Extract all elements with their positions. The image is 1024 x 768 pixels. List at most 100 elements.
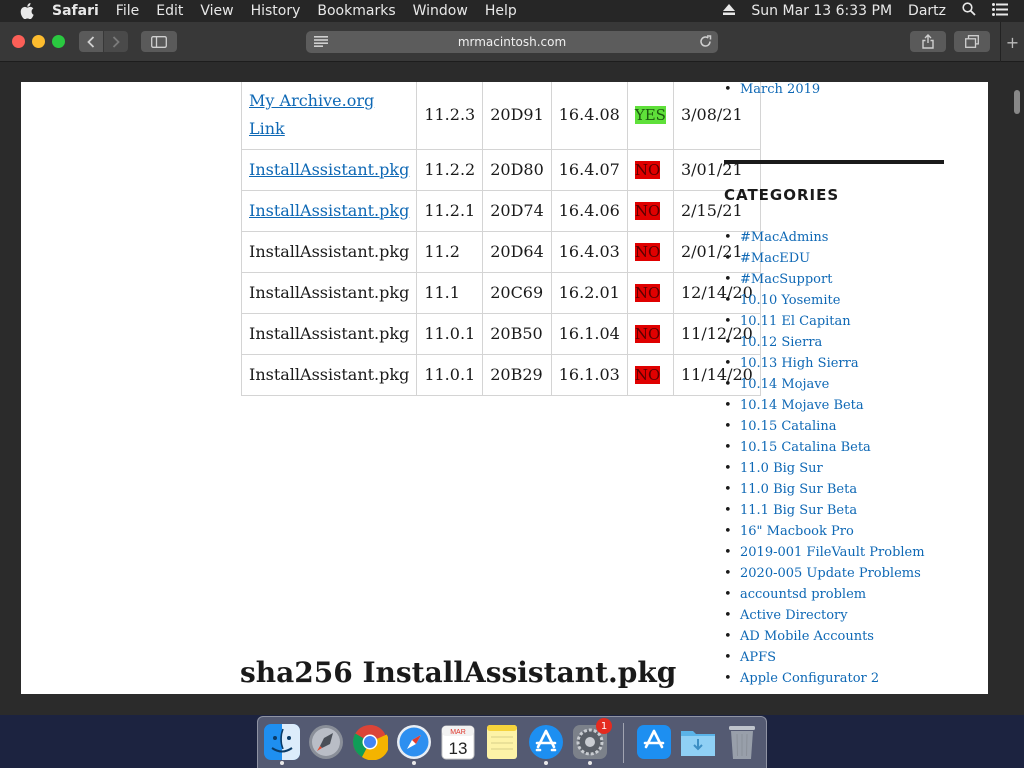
menu-history[interactable]: History — [251, 3, 301, 19]
safari-icon[interactable] — [394, 722, 434, 765]
chrome-icon[interactable] — [350, 722, 390, 762]
status-cell: YES — [626, 82, 674, 150]
launchpad-icon[interactable] — [306, 722, 346, 762]
menu-edit[interactable]: Edit — [156, 3, 183, 19]
menu-help[interactable]: Help — [485, 3, 517, 19]
installer-link[interactable]: My Archive.org Link — [249, 91, 374, 138]
category-link[interactable]: #MacSupport — [740, 272, 832, 287]
notification-badge: 1 — [596, 718, 612, 734]
close-window-button[interactable] — [12, 35, 25, 48]
reload-icon[interactable] — [699, 35, 712, 51]
notes-icon[interactable] — [482, 722, 522, 762]
category-link[interactable]: 10.15 Catalina Beta — [740, 440, 871, 455]
address-bar[interactable]: mrmacintosh.com — [306, 31, 718, 53]
page-scrollbar[interactable] — [1014, 90, 1020, 114]
tab-overview-button[interactable] — [954, 31, 990, 52]
eject-icon[interactable] — [723, 3, 736, 19]
calendar-icon[interactable]: MAR 13 — [438, 722, 478, 762]
category-link[interactable]: 2019-001 FileVault Problem — [740, 545, 925, 560]
category-link[interactable]: 10.13 High Sierra — [740, 356, 859, 371]
category-link[interactable]: 11.1 Big Sur Beta — [740, 503, 857, 518]
menu-user[interactable]: Dartz — [908, 3, 946, 19]
app-store-download-icon[interactable] — [634, 722, 674, 762]
category-list-item[interactable]: • 10.15 Catalina — [724, 416, 925, 437]
menu-file[interactable]: File — [116, 3, 139, 19]
forward-button[interactable] — [104, 31, 128, 52]
downloads-folder-icon[interactable] — [678, 722, 718, 762]
installer-name-cell: InstallAssistant.pkg — [240, 149, 418, 191]
installer-link[interactable]: InstallAssistant.pkg — [249, 201, 409, 220]
bullet: • — [724, 608, 732, 623]
category-link[interactable]: 10.14 Mojave — [740, 377, 829, 392]
build-cell: 20C69 — [482, 272, 552, 314]
menu-view[interactable]: View — [200, 3, 233, 19]
categories-heading: CATEGORIES — [724, 186, 840, 204]
category-link[interactable]: accountsd problem — [740, 587, 866, 602]
category-list-item[interactable]: • 10.11 El Capitan — [724, 311, 925, 332]
category-list-item[interactable]: • #MacEDU — [724, 248, 925, 269]
trash-icon[interactable] — [722, 722, 762, 762]
category-list-item[interactable]: • Active Directory — [724, 605, 925, 626]
bullet: • — [724, 293, 732, 308]
category-link[interactable]: APFS — [740, 650, 776, 665]
sidebar-toggle-button[interactable] — [141, 31, 177, 52]
menu-app-name[interactable]: Safari — [52, 3, 99, 19]
category-link[interactable]: Active Directory — [740, 608, 848, 623]
minimize-window-button[interactable] — [32, 35, 45, 48]
finder-icon[interactable] — [262, 722, 302, 765]
installer-name-cell: InstallAssistant.pkg — [240, 354, 418, 396]
category-list-item[interactable]: • 10.14 Mojave Beta — [724, 395, 925, 416]
archive-link[interactable]: March 2019 — [740, 82, 820, 97]
category-link[interactable]: 16" Macbook Pro — [740, 524, 854, 539]
category-link[interactable]: #MacEDU — [740, 251, 810, 266]
bullet: • — [724, 545, 732, 560]
category-list-item[interactable]: • #MacAdmins — [724, 227, 925, 248]
category-list-item[interactable]: • Apple Configurator 2 — [724, 668, 925, 689]
category-list-item[interactable]: • 10.12 Sierra — [724, 332, 925, 353]
category-list-item[interactable]: • 2020-005 Update Problems — [724, 563, 925, 584]
menu-clock[interactable]: Sun Mar 13 6:33 PM — [751, 3, 892, 19]
app-store-icon[interactable] — [526, 722, 566, 765]
category-link[interactable]: 10.11 El Capitan — [740, 314, 851, 329]
category-list-item[interactable]: • 10.10 Yosemite — [724, 290, 925, 311]
spotlight-search-icon[interactable] — [962, 2, 976, 20]
category-list-item[interactable]: • AD Mobile Accounts — [724, 626, 925, 647]
category-link[interactable]: 11.0 Big Sur — [740, 461, 823, 476]
zoom-window-button[interactable] — [52, 35, 65, 48]
category-list-item[interactable]: • APFS — [724, 647, 925, 668]
installer-link[interactable]: InstallAssistant.pkg — [249, 160, 409, 179]
category-list-item[interactable]: • 10.13 High Sierra — [724, 353, 925, 374]
category-link[interactable]: Apple Configurator 2 — [740, 671, 879, 686]
status-badge: NO — [634, 243, 661, 261]
category-list-item[interactable]: • 11.0 Big Sur Beta — [724, 479, 925, 500]
new-tab-button[interactable]: + — [1000, 22, 1024, 62]
system-preferences-icon[interactable]: 1 — [570, 718, 612, 765]
category-list-item[interactable]: • 10.15 Catalina Beta — [724, 437, 925, 458]
menu-window[interactable]: Window — [413, 3, 468, 19]
category-link[interactable]: 10.15 Catalina — [740, 419, 836, 434]
category-link[interactable]: #MacAdmins — [740, 230, 828, 245]
archive-list-item[interactable]: • March 2019 — [724, 82, 820, 97]
back-button[interactable] — [79, 31, 103, 52]
category-list-item[interactable]: • 16" Macbook Pro — [724, 521, 925, 542]
share-button[interactable] — [910, 31, 946, 52]
category-list-item[interactable]: • 11.0 Big Sur — [724, 458, 925, 479]
category-link[interactable]: 10.14 Mojave Beta — [740, 398, 864, 413]
reader-view-icon[interactable] — [314, 36, 328, 50]
category-link[interactable]: AD Mobile Accounts — [740, 629, 874, 644]
apple-menu-icon[interactable] — [20, 3, 40, 19]
version-cell: 11.1 — [416, 272, 484, 314]
notification-center-icon[interactable] — [992, 2, 1008, 20]
category-list-item[interactable]: • 11.1 Big Sur Beta — [724, 500, 925, 521]
category-link[interactable]: 11.0 Big Sur Beta — [740, 482, 857, 497]
category-link[interactable]: 2020-005 Update Problems — [740, 566, 921, 581]
category-link[interactable]: 10.10 Yosemite — [740, 293, 840, 308]
section-heading: sha256 InstallAssistant.pkg — [240, 656, 677, 689]
menu-bookmarks[interactable]: Bookmarks — [317, 3, 395, 19]
category-list-item[interactable]: • 10.14 Mojave — [724, 374, 925, 395]
category-list-item[interactable]: • #MacSupport — [724, 269, 925, 290]
category-list-item[interactable]: • accountsd problem — [724, 584, 925, 605]
category-link[interactable]: 10.12 Sierra — [740, 335, 822, 350]
category-list-item[interactable]: • 2019-001 FileVault Problem — [724, 542, 925, 563]
table-row: InstallAssistant.pkg 11.0.1 20B29 16.1.03 NO… — [240, 354, 761, 396]
